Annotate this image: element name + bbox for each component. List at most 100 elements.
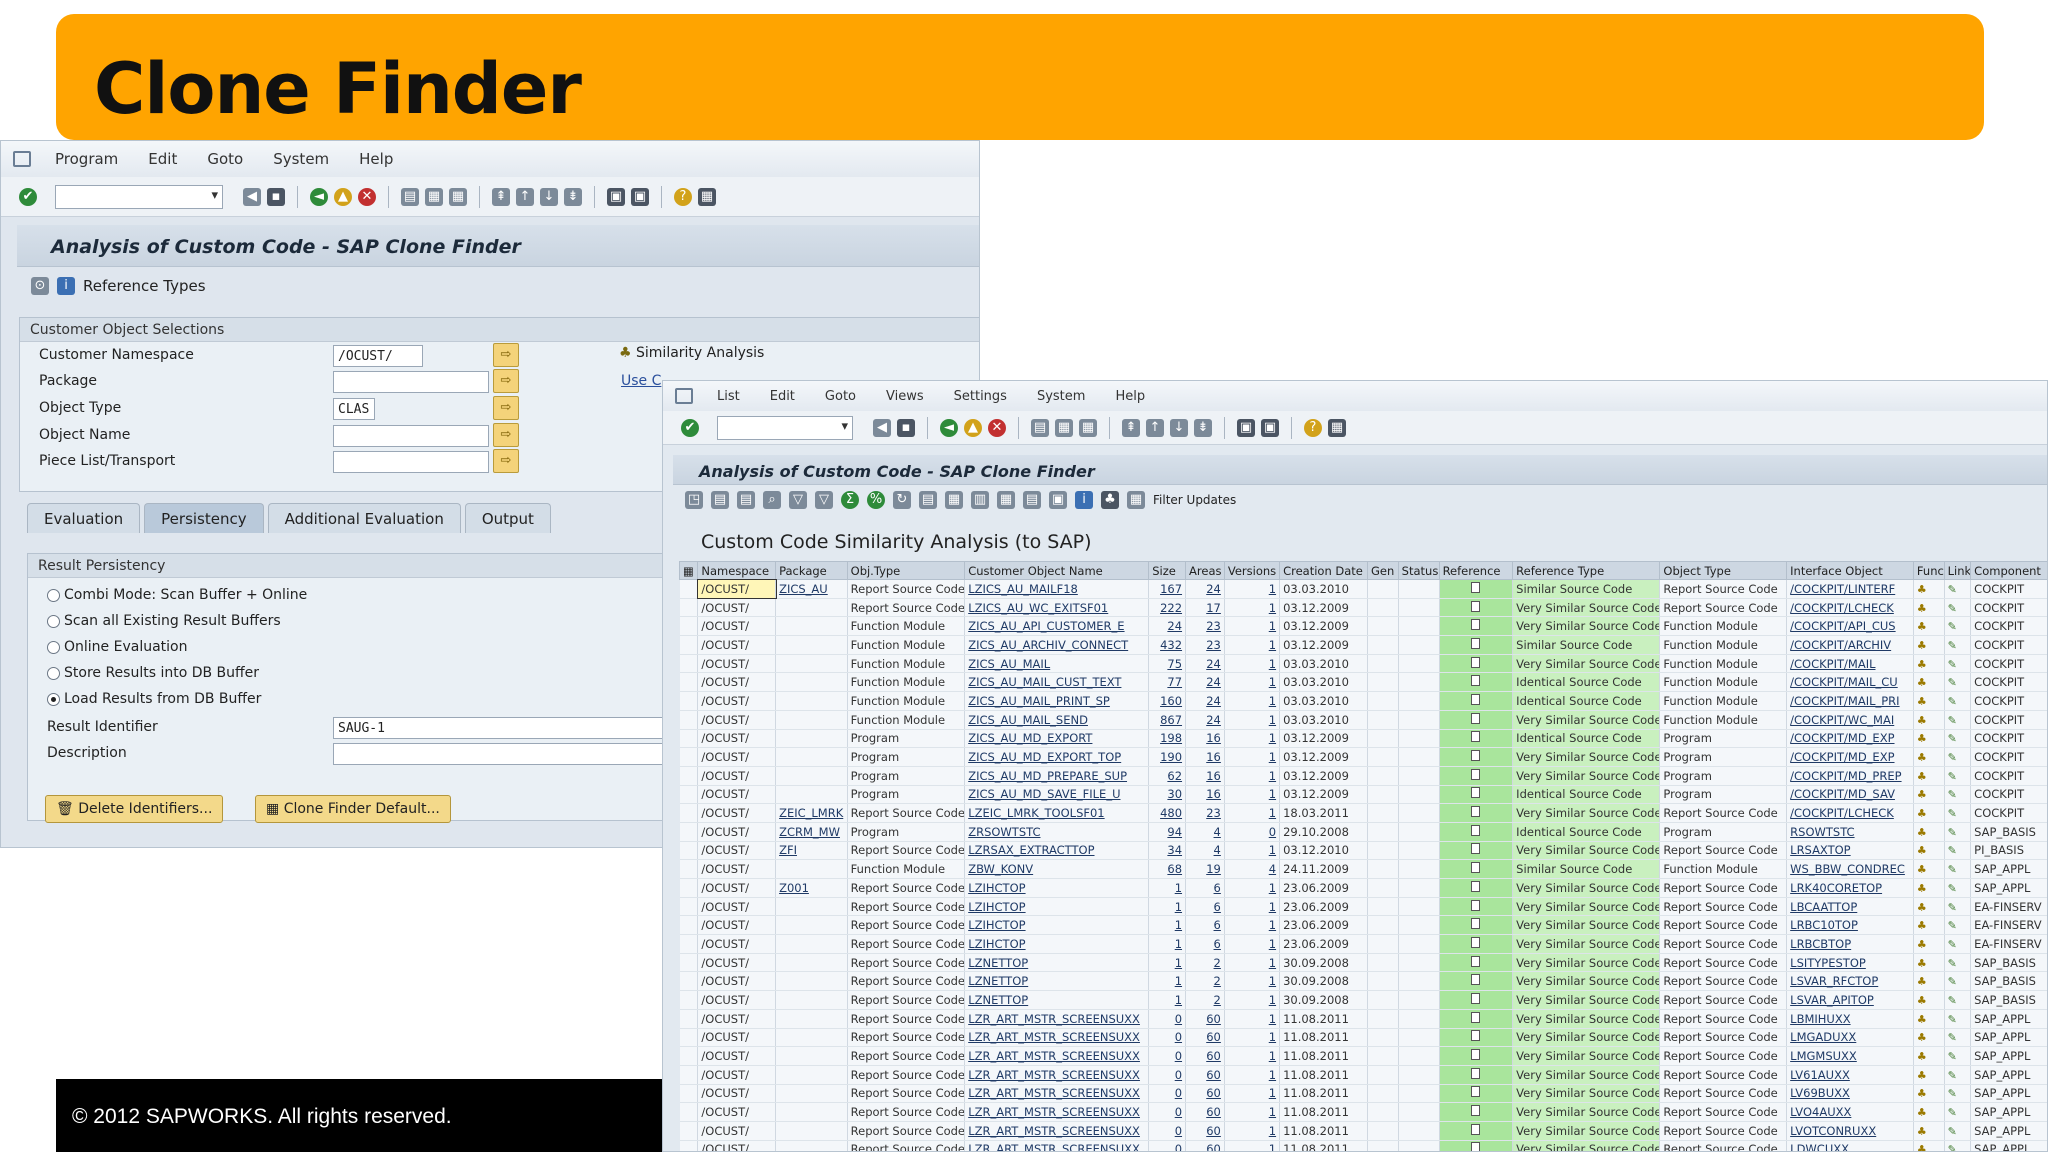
grid-cell[interactable]: LVOTCONRUXX: [1786, 1121, 1914, 1141]
grid-cell[interactable]: 1: [1224, 878, 1281, 898]
grid-cell[interactable]: [775, 766, 848, 786]
grid-cell[interactable]: 1: [1224, 953, 1281, 973]
grid-cell[interactable]: 0: [1148, 1046, 1187, 1066]
similarity-icon[interactable]: ♣: [1917, 1087, 1927, 1100]
tab-additional-evaluation[interactable]: Additional Evaluation: [267, 503, 461, 533]
grid-cell[interactable]: LRK40CORETOP: [1786, 878, 1914, 898]
grid-cell[interactable]: 1: [1148, 915, 1187, 936]
info-icon[interactable]: i: [57, 277, 75, 295]
find-next-icon[interactable]: ▦: [449, 187, 467, 206]
print-icon[interactable]: ▤: [1031, 418, 1049, 437]
grid-cell[interactable]: 160: [1148, 691, 1187, 711]
grid-cell[interactable]: 24: [1185, 579, 1225, 599]
object-name-input[interactable]: [333, 425, 489, 447]
grid-cell[interactable]: 480: [1148, 803, 1187, 823]
row-selector[interactable]: [679, 1065, 699, 1085]
document-icon[interactable]: [1471, 936, 1481, 948]
result-identifier-input[interactable]: SAUG-1: [333, 717, 663, 739]
radio-button[interactable]: [47, 640, 60, 654]
grid-cell[interactable]: 24: [1185, 654, 1225, 674]
grid-cell[interactable]: 6: [1185, 897, 1225, 917]
menu-edit[interactable]: Edit: [136, 150, 189, 168]
table-row[interactable]: /OCUST/Function Module ZICS_AU_MAIL_SEND 8…: [679, 710, 2047, 730]
grid-cell[interactable]: ZICS_AU: [775, 579, 848, 599]
link-icon[interactable]: ✎: [1948, 1125, 1957, 1138]
similarity-icon[interactable]: ♣: [1917, 714, 1927, 727]
grid-cell[interactable]: [775, 616, 848, 637]
grid-cell[interactable]: 60: [1185, 1140, 1225, 1151]
grid-cell[interactable]: LZR_ART_MSTR_SCREENSUXX: [964, 1028, 1150, 1048]
radio-button[interactable]: [47, 692, 60, 706]
tab-output[interactable]: Output: [464, 503, 551, 533]
menu-settings[interactable]: Settings: [942, 389, 1019, 404]
row-selector[interactable]: [679, 953, 699, 973]
grid-cell[interactable]: [775, 1028, 848, 1048]
sap-menu-icon[interactable]: [13, 151, 31, 167]
filter-updates-button[interactable]: Filter Updates: [1153, 493, 1236, 507]
grid-cell[interactable]: 60: [1185, 1084, 1225, 1104]
help-icon[interactable]: ?: [1304, 418, 1322, 437]
table-row[interactable]: /OCUST/Program ZICS_AU_MD_PREPARE_SUP 62 16…: [679, 766, 2047, 786]
grid-cell[interactable]: [775, 785, 848, 805]
row-selector[interactable]: [679, 785, 699, 805]
grid-cell[interactable]: 1: [1224, 635, 1281, 655]
grid-cell[interactable]: [775, 859, 848, 879]
column-header[interactable]: Size: [1148, 561, 1187, 580]
grid-cell[interactable]: 30: [1148, 785, 1187, 805]
grid-cell[interactable]: /COCKPIT/MAIL: [1786, 654, 1914, 674]
grid-cell[interactable]: 6: [1185, 878, 1225, 898]
link-icon[interactable]: ✎: [1948, 882, 1957, 895]
find-next-icon[interactable]: ▦: [1079, 418, 1097, 437]
grid-cell[interactable]: 1: [1224, 1046, 1281, 1066]
grid-cell[interactable]: ZICS_AU_MAIL_CUST_TEXT: [964, 672, 1150, 693]
grid-cell[interactable]: 1: [1148, 953, 1187, 973]
link-icon[interactable]: ✎: [1948, 751, 1957, 764]
link-icon[interactable]: ✎: [1948, 1031, 1957, 1044]
similarity-icon[interactable]: ♣: [1917, 1106, 1927, 1119]
object-type-multi-select-button[interactable]: ⇨: [493, 396, 519, 420]
first-page-icon[interactable]: ⇞: [1122, 418, 1140, 437]
similarity-icon[interactable]: ♣: [1917, 1143, 1927, 1151]
grid-cell[interactable]: 1: [1224, 579, 1281, 599]
grid-cell[interactable]: 34: [1148, 841, 1187, 861]
find-icon[interactable]: ⌕: [763, 491, 781, 509]
grid-cell[interactable]: LZR_ART_MSTR_SCREENSUXX: [964, 1065, 1150, 1085]
column-header[interactable]: Link: [1943, 561, 1972, 580]
document-icon[interactable]: [1471, 750, 1481, 762]
column-header[interactable]: Package: [775, 561, 848, 580]
grid-cell[interactable]: 1: [1224, 785, 1281, 805]
row-selector[interactable]: [679, 1121, 699, 1141]
link-icon[interactable]: ✎: [1948, 788, 1957, 801]
similarity-icon[interactable]: ♣: [1917, 1125, 1927, 1138]
document-icon[interactable]: [1471, 955, 1481, 967]
grid-cell[interactable]: LZR_ART_MSTR_SCREENSUXX: [964, 1009, 1150, 1029]
save-icon[interactable]: ▪: [267, 187, 285, 206]
grid-cell[interactable]: 1: [1224, 1009, 1281, 1029]
row-selector[interactable]: [679, 1028, 699, 1048]
row-selector[interactable]: [679, 915, 699, 936]
print-icon[interactable]: ▤: [401, 187, 419, 206]
grid-cell[interactable]: LZNETTOP: [964, 990, 1150, 1010]
grid-cell[interactable]: [775, 1084, 848, 1104]
link-icon[interactable]: ✎: [1948, 901, 1957, 914]
table-row[interactable]: /OCUST/Function Module ZBW_KONV 68 19 4 24.11…: [679, 859, 2047, 879]
document-icon[interactable]: [1471, 768, 1481, 780]
grid-cell[interactable]: LZR_ART_MSTR_SCREENSUXX: [964, 1140, 1150, 1151]
grid-cell[interactable]: [775, 990, 848, 1010]
grid-cell[interactable]: 23: [1185, 635, 1225, 655]
link-icon[interactable]: ✎: [1948, 583, 1957, 596]
table-row[interactable]: /OCUST/Report Source Code LZNETTOP 1 2 1 30.0…: [679, 971, 2047, 992]
shortcut-icon[interactable]: ▣: [631, 187, 649, 206]
piece-list-multi-select-button[interactable]: ⇨: [493, 449, 519, 473]
info-icon[interactable]: i: [1075, 491, 1093, 509]
grid-cell[interactable]: LV61AUXX: [1786, 1065, 1914, 1085]
grid-cell[interactable]: ZICS_AU_MD_PREPARE_SUP: [964, 766, 1150, 786]
row-selector[interactable]: [679, 934, 699, 954]
grid-cell[interactable]: ZFI: [775, 841, 848, 861]
export-icon[interactable]: ▦: [945, 491, 963, 509]
similarity-icon[interactable]: ♣: [1917, 1031, 1927, 1044]
grid-cell[interactable]: [775, 1121, 848, 1141]
grid-cell[interactable]: 62: [1148, 766, 1187, 786]
grid-cell[interactable]: 16: [1185, 766, 1225, 786]
document-icon[interactable]: [1471, 1105, 1481, 1117]
